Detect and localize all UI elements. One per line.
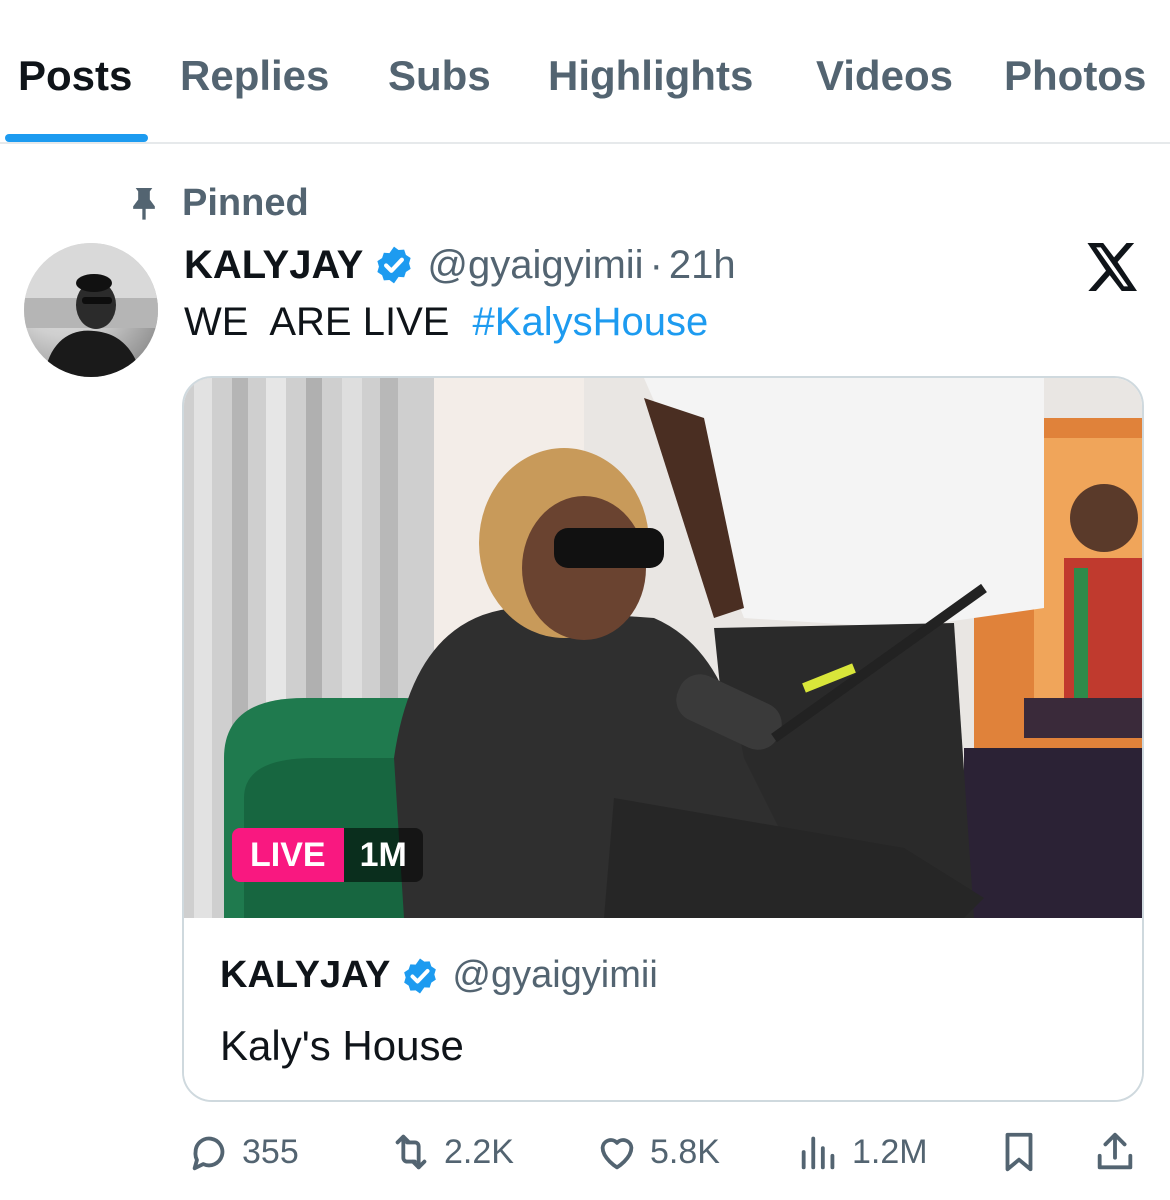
verified-badge-icon bbox=[377, 246, 411, 284]
profile-tabs: Posts Replies Subs Highlights Videos Pho… bbox=[0, 0, 1170, 144]
tab-highlights[interactable]: Highlights bbox=[548, 52, 753, 100]
display-name[interactable]: KALYJAY bbox=[184, 243, 363, 288]
active-tab-indicator bbox=[5, 134, 148, 142]
bookmark-icon bbox=[1005, 1132, 1033, 1172]
reply-count: 355 bbox=[242, 1132, 299, 1171]
viewer-count: 1M bbox=[343, 828, 423, 882]
card-footer[interactable]: KALYJAY @gyaigyimii Kaly's House bbox=[184, 918, 1142, 1100]
share-icon bbox=[1097, 1132, 1133, 1170]
share-button[interactable] bbox=[1092, 1124, 1138, 1180]
tab-replies[interactable]: Replies bbox=[180, 52, 329, 100]
views-icon bbox=[801, 1136, 835, 1170]
hashtag-link[interactable]: #KalysHouse bbox=[473, 300, 709, 344]
post-text-part: ARE LIVE bbox=[269, 300, 450, 344]
live-badge: LIVE bbox=[232, 828, 344, 882]
post-time[interactable]: 21h bbox=[669, 243, 736, 288]
verified-badge-icon bbox=[404, 958, 437, 993]
card-author: KALYJAY @gyaigyimii bbox=[220, 954, 658, 997]
repost-icon bbox=[395, 1134, 427, 1170]
avatar-image bbox=[24, 243, 158, 377]
tab-videos[interactable]: Videos bbox=[816, 52, 953, 100]
bookmark-button[interactable] bbox=[996, 1124, 1042, 1180]
like-button[interactable]: 5.8K bbox=[594, 1124, 720, 1180]
handle[interactable]: @gyaigyimii bbox=[427, 243, 643, 288]
heart-icon bbox=[600, 1138, 634, 1170]
repost-button[interactable]: 2.2K bbox=[388, 1124, 514, 1180]
avatar[interactable] bbox=[24, 243, 158, 377]
x-logo-icon[interactable] bbox=[1086, 243, 1140, 291]
tab-posts[interactable]: Posts bbox=[18, 52, 132, 100]
card-display-name: KALYJAY bbox=[220, 954, 391, 996]
tab-photos[interactable]: Photos bbox=[1004, 52, 1146, 100]
post-text: WE ARE LIVE #KalysHouse bbox=[184, 300, 708, 345]
post-actions: 355 2.2K 5.8K 1.2M bbox=[0, 1124, 1170, 1180]
separator-dot: · bbox=[649, 242, 663, 287]
live-broadcast-card[interactable]: LIVE 1M KALYJAY @gyaigyimii Kaly's House bbox=[182, 376, 1144, 1102]
post-header: KALYJAY @gyaigyimii · 21h bbox=[184, 240, 736, 290]
views-count: 1.2M bbox=[852, 1132, 928, 1171]
broadcast-title: Kaly's House bbox=[220, 1022, 464, 1069]
reply-button[interactable]: 355 bbox=[186, 1124, 299, 1180]
views-button[interactable]: 1.2M bbox=[796, 1124, 928, 1180]
post-text-part: WE bbox=[184, 300, 249, 344]
repost-count: 2.2K bbox=[444, 1132, 514, 1171]
broadcast-video[interactable]: LIVE 1M bbox=[184, 378, 1142, 918]
pin-icon bbox=[133, 188, 155, 220]
pinned-label: Pinned bbox=[182, 181, 309, 224]
card-handle: @gyaigyimii bbox=[452, 954, 658, 996]
like-count: 5.8K bbox=[650, 1132, 720, 1171]
reply-icon bbox=[192, 1136, 225, 1171]
pinned-indicator: Pinned bbox=[124, 180, 309, 226]
live-status: LIVE 1M bbox=[232, 828, 423, 882]
tab-subs[interactable]: Subs bbox=[388, 52, 491, 100]
